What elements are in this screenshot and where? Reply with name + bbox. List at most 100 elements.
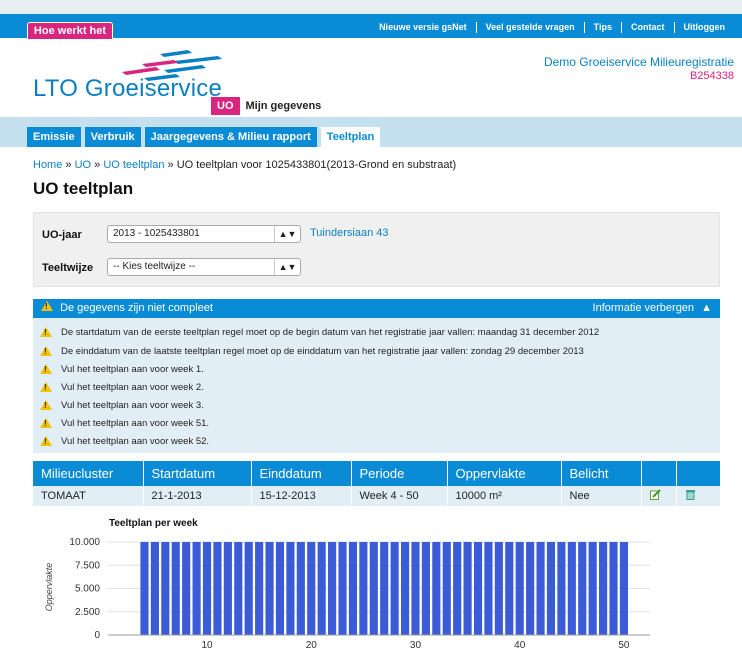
chart-bar[interactable] [567, 542, 576, 635]
chart-bar[interactable] [275, 542, 285, 635]
chart-bar[interactable] [400, 542, 410, 635]
link-tips[interactable]: Tips [583, 21, 621, 33]
chart-bar[interactable] [296, 542, 305, 635]
chart-bar[interactable] [234, 542, 243, 635]
col-periode[interactable]: Periode [351, 461, 448, 486]
chart-bar[interactable] [380, 542, 389, 635]
filter-panel: UO-jaar 2013 - 1025433801 ▲▼ Tuindersiaa… [33, 212, 720, 287]
chart-bar[interactable] [307, 542, 316, 635]
chart-bar[interactable] [359, 542, 368, 635]
chart-bar[interactable] [484, 542, 493, 635]
chart-bar[interactable] [442, 542, 451, 635]
hide-info-toggle[interactable]: Informatie verbergen ▲ [593, 299, 712, 318]
chart-bar[interactable] [348, 542, 358, 635]
chart-bar[interactable] [494, 542, 503, 635]
col-delete [676, 461, 720, 486]
tab-verbruik[interactable]: Verbruik [84, 127, 141, 147]
chart-bar[interactable] [317, 542, 326, 635]
chart-bar[interactable] [536, 542, 545, 635]
chart-bar[interactable] [244, 542, 253, 635]
trash-icon[interactable] [685, 489, 696, 500]
breadcrumb-home[interactable]: Home [33, 159, 62, 171]
warning-icon [40, 346, 52, 356]
chart-bar[interactable] [505, 542, 514, 635]
col-einddatum[interactable]: Einddatum [251, 461, 352, 486]
chart-bar[interactable] [599, 542, 608, 635]
chart-bar[interactable] [390, 542, 399, 635]
tab-teeltplan[interactable]: Teeltplan [320, 127, 381, 147]
chart-bar[interactable] [526, 542, 535, 635]
link-contact[interactable]: Contact [621, 21, 674, 33]
chart-bar[interactable] [515, 542, 524, 635]
chart-bar[interactable] [588, 542, 597, 635]
edit-icon[interactable] [649, 489, 661, 500]
delete-cell [676, 486, 720, 506]
chart-bar[interactable] [202, 542, 212, 635]
chart-bar[interactable] [171, 542, 180, 635]
chart-bar[interactable] [432, 542, 441, 635]
link-new-version[interactable]: Nieuwe versie gsNet [370, 22, 476, 33]
chart-bar[interactable] [150, 542, 159, 635]
chart-bar[interactable] [421, 542, 430, 635]
breadcrumb-teeltplan[interactable]: UO teeltplan [103, 159, 164, 171]
chart-bar[interactable] [255, 542, 264, 635]
y-tick-label: 5.000 [75, 584, 100, 595]
cell-end: 15-12-2013 [251, 486, 352, 506]
col-milieucluster[interactable]: Milieucluster [33, 461, 144, 486]
chart-bar[interactable] [338, 542, 347, 635]
col-belicht[interactable]: Belicht [561, 461, 642, 486]
chart-bar[interactable] [619, 542, 629, 635]
method-label: Teeltwijze [42, 262, 94, 274]
warning-header[interactable]: De gegevens zijn niet compleet Informati… [33, 299, 720, 318]
chart-bar[interactable] [286, 542, 295, 635]
address-link[interactable]: Tuindersiaan 43 [310, 227, 388, 239]
chart-bar[interactable] [223, 542, 232, 635]
breadcrumb-uo[interactable]: UO [75, 159, 92, 171]
chart-bar[interactable] [369, 542, 378, 635]
chart-bar[interactable] [473, 542, 483, 635]
chart-bar[interactable] [213, 542, 222, 635]
warning-text: Vul het teeltplan aan voor week 3. [61, 399, 204, 411]
table-row: TOMAAT 21-1-2013 15-12-2013 Week 4 - 50 … [33, 486, 720, 506]
page-title: UO teeltplan [33, 179, 134, 198]
chart-bar[interactable] [265, 542, 274, 635]
warning-item: Vul het teeltplan aan voor week 51. [40, 416, 209, 430]
subnav-uo[interactable]: UO [211, 97, 240, 115]
warning-text: De einddatum van de laatste teeltplan re… [61, 345, 584, 357]
y-tick-label: 10.000 [69, 537, 100, 548]
chart-bar[interactable] [578, 542, 587, 635]
x-tick-label: 20 [306, 640, 318, 651]
chart-bar[interactable] [609, 542, 618, 635]
chart-bar[interactable] [182, 542, 191, 635]
subnav-my-data[interactable]: Mijn gegevens [240, 97, 328, 115]
col-oppervlakte[interactable]: Oppervlakte [447, 461, 562, 486]
teeltplan-table: Milieucluster Startdatum Einddatum Perio… [33, 461, 720, 506]
chart-bar[interactable] [140, 542, 149, 635]
teeltplan-chart: 0 2.500 5.000 7.500 10.000 10 20 30 40 50 Opperv… [44, 537, 650, 651]
help-tab[interactable]: Hoe werkt het [27, 22, 113, 39]
year-select[interactable]: 2013 - 1025433801 ▲▼ [107, 225, 301, 243]
warning-icon [41, 301, 53, 311]
col-startdatum[interactable]: Startdatum [143, 461, 252, 486]
chart-bar[interactable] [463, 542, 472, 635]
chart-bar[interactable] [546, 542, 556, 635]
logo-text[interactable]: LTO Groeiservice [33, 75, 222, 103]
chart-bar[interactable] [192, 542, 201, 635]
chart-bar[interactable] [411, 542, 420, 635]
cell-period: Week 4 - 50 [351, 486, 448, 506]
tab-emissie[interactable]: Emissie [27, 127, 81, 147]
x-tick-label: 30 [410, 640, 422, 651]
chart-bar[interactable] [161, 542, 170, 635]
select-arrows-icon: ▲▼ [274, 226, 300, 242]
chart-bar[interactable] [328, 542, 337, 635]
chart-bar[interactable] [453, 542, 462, 635]
link-faq[interactable]: Veel gestelde vragen [475, 21, 584, 33]
tab-jaargegevens[interactable]: Jaargegevens & Milieu rapport [144, 127, 317, 147]
x-tick-label: 10 [201, 640, 213, 651]
cell-start: 21-1-2013 [143, 486, 252, 506]
chart-bar[interactable] [557, 542, 566, 635]
link-logout[interactable]: Uitloggen [673, 21, 735, 33]
y-tick-label: 2.500 [75, 607, 100, 618]
chart-title: Teeltplan per week [109, 518, 198, 529]
method-select[interactable]: -- Kies teeltwijze -- ▲▼ [107, 258, 301, 276]
